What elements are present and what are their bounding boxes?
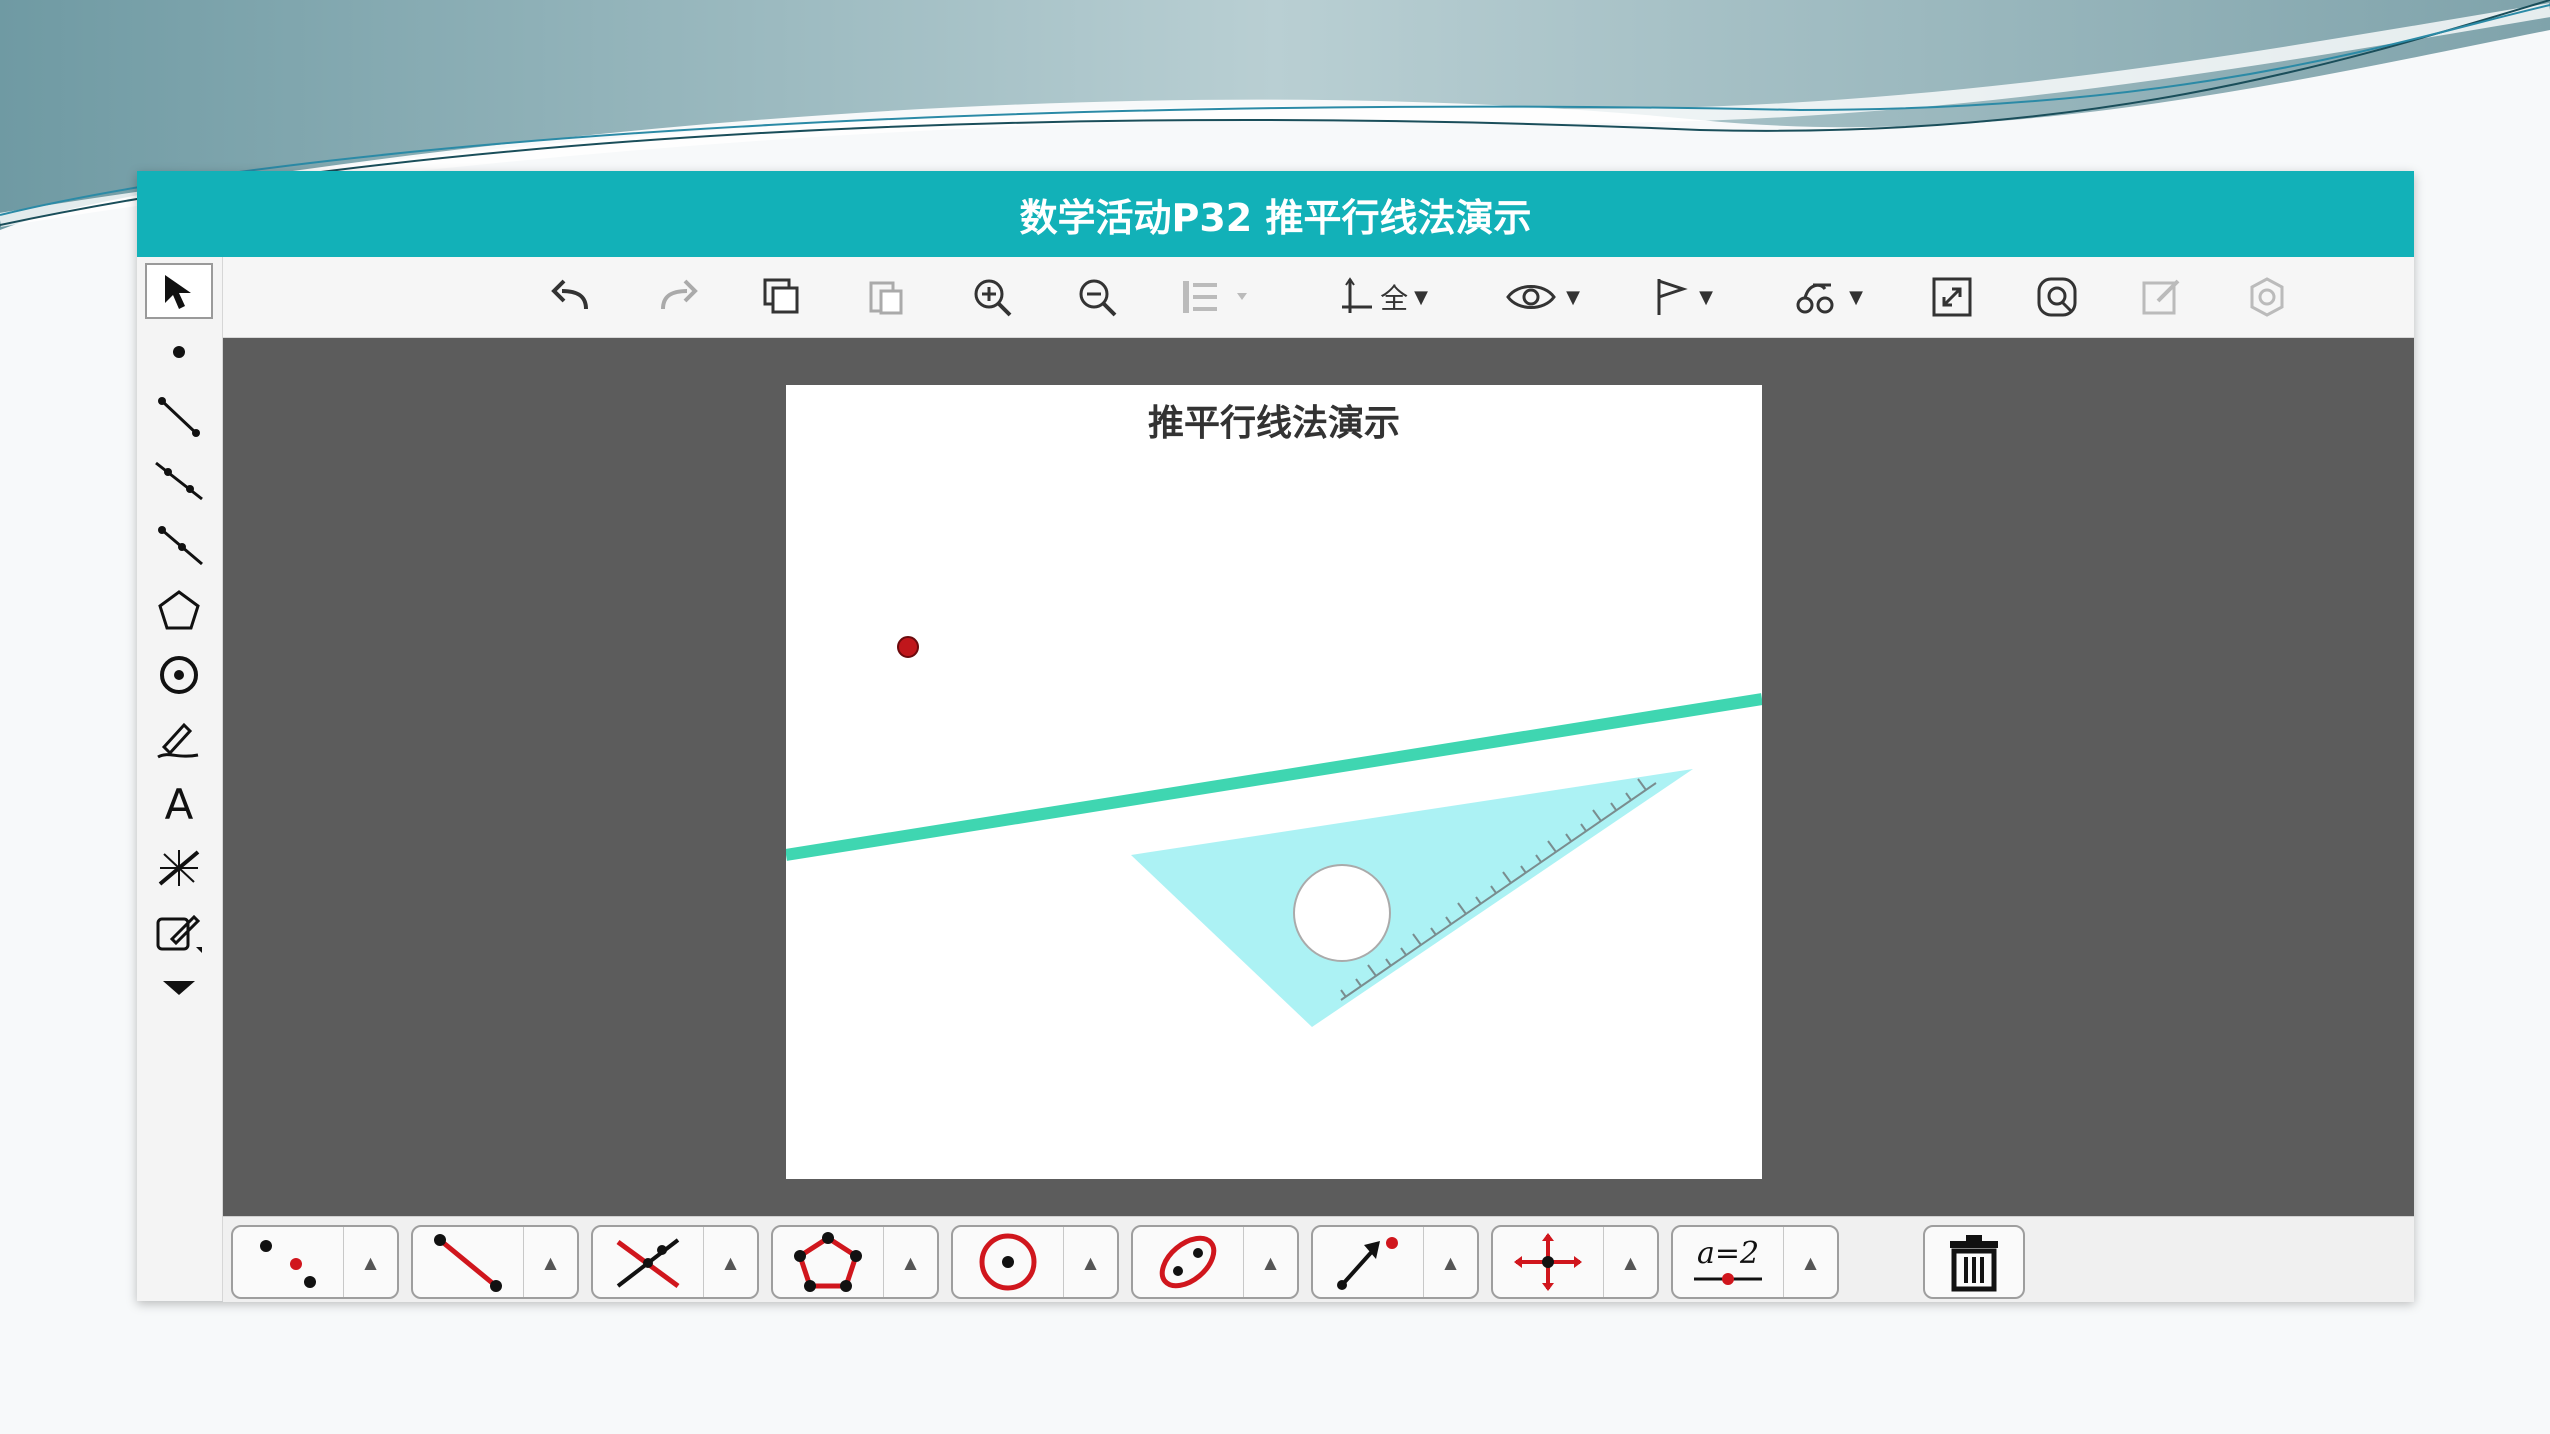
points-tool[interactable]: ▲ (231, 1225, 399, 1299)
variable-tool[interactable]: a=2 ▲ (1671, 1225, 1839, 1299)
conic-tool-icon (1133, 1227, 1244, 1297)
top-toolbar: 全 ▼ ▼ ▼ ▼ (222, 257, 2414, 338)
polygon-tool[interactable]: ▲ (771, 1225, 939, 1299)
point-a[interactable] (897, 636, 919, 658)
segment-tool[interactable]: ▲ (411, 1225, 579, 1299)
caret-icon: ▼ (1699, 286, 1713, 308)
more-down-icon[interactable] (145, 959, 213, 1015)
figure (786, 636, 1762, 1027)
paste-icon[interactable] (857, 269, 917, 325)
chevron-up-icon[interactable]: ▲ (524, 1227, 577, 1297)
edit-note-icon[interactable] (145, 905, 213, 961)
polygon-icon[interactable] (145, 582, 213, 638)
segment-icon[interactable] (145, 389, 213, 445)
search-icon[interactable] (2027, 269, 2087, 325)
zoom-out-icon[interactable] (1067, 269, 1127, 325)
transform-tool[interactable]: ▲ (1491, 1225, 1659, 1299)
trash-tool[interactable] (1923, 1225, 2025, 1299)
chevron-up-icon[interactable]: ▲ (1604, 1227, 1657, 1297)
variable-label: a=2 (1696, 1236, 1760, 1271)
zoom-in-icon[interactable] (962, 269, 1022, 325)
trash-icon (1950, 1235, 1998, 1292)
pen-icon[interactable] (145, 711, 213, 767)
redo-icon[interactable] (647, 269, 707, 325)
caret-icon: ▼ (1414, 286, 1428, 308)
drawing-canvas[interactable]: 推平行线法演示 (223, 338, 2414, 1216)
chevron-up-icon[interactable]: ▲ (1064, 1227, 1117, 1297)
laser-icon[interactable] (145, 840, 213, 896)
app-window: 数学活动P32 推平行线法演示 全 ▼ ▼ ▼ ▼ A 推平行线法演示 ▲ ▲ … (137, 171, 2414, 1302)
edit-icon[interactable] (2132, 269, 2192, 325)
ray-icon[interactable] (145, 518, 213, 574)
vector-tool[interactable]: ▲ (1311, 1225, 1479, 1299)
settings-icon[interactable] (2237, 269, 2297, 325)
caret-icon: ▼ (1566, 286, 1580, 308)
transform-tool-icon (1493, 1227, 1604, 1297)
paper-sheet[interactable]: 推平行线法演示 (786, 385, 1762, 1179)
transform-icon[interactable]: ▼ (1772, 269, 1882, 325)
window-title: 数学活动P32 推平行线法演示 (137, 171, 2414, 257)
caret-icon: ▼ (1849, 286, 1863, 308)
chevron-up-icon[interactable]: ▲ (1244, 1227, 1297, 1297)
line-icon[interactable] (145, 453, 213, 509)
fullscreen-icon[interactable] (1922, 269, 1982, 325)
text-icon[interactable]: A (145, 776, 213, 832)
segment-tool-icon (413, 1227, 524, 1297)
vector-tool-icon (1313, 1227, 1424, 1297)
variable-tool-icon: a=2 (1673, 1227, 1784, 1297)
bottom-toolbar: ▲ ▲ ▲ ▲ ▲ ▲ ▲ ▲ a=2 ▲ (223, 1216, 2414, 1302)
polygon-tool-icon (773, 1227, 884, 1297)
points-tool-icon (233, 1227, 344, 1297)
eye-icon[interactable]: ▼ (1492, 269, 1592, 325)
parallel-line[interactable] (786, 693, 1762, 861)
triangle-ruler[interactable] (1131, 769, 1693, 1027)
conic-tool[interactable]: ▲ (1131, 1225, 1299, 1299)
undo-icon[interactable] (542, 269, 602, 325)
chevron-up-icon[interactable]: ▲ (1424, 1227, 1477, 1297)
chevron-up-icon[interactable]: ▲ (884, 1227, 937, 1297)
copy-icon[interactable] (752, 269, 812, 325)
intersect-tool[interactable]: ▲ (591, 1225, 759, 1299)
select-arrow-icon[interactable] (145, 263, 213, 319)
align-icon[interactable] (1172, 269, 1272, 325)
intersect-tool-icon (593, 1227, 704, 1297)
chevron-up-icon[interactable]: ▲ (344, 1227, 397, 1297)
circle-icon[interactable] (145, 647, 213, 703)
point-icon[interactable] (145, 324, 213, 380)
ruler-hole (1293, 864, 1391, 962)
left-toolbar: A (137, 257, 223, 1301)
flag-icon[interactable]: ▼ (1632, 269, 1732, 325)
circle-tool-icon (953, 1227, 1064, 1297)
chevron-up-icon[interactable]: ▲ (1784, 1227, 1837, 1297)
axes-label: 全 (1380, 282, 1409, 315)
chevron-up-icon[interactable]: ▲ (704, 1227, 757, 1297)
axes-icon[interactable]: 全 ▼ (1322, 269, 1442, 325)
circle-tool[interactable]: ▲ (951, 1225, 1119, 1299)
